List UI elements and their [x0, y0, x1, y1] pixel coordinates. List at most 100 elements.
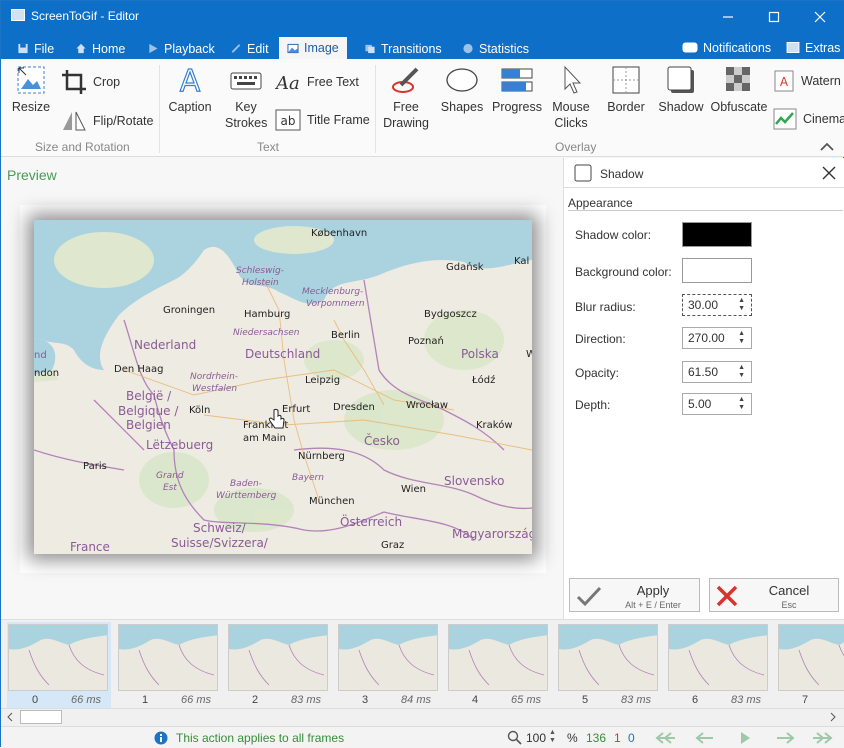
- crop-label: Crop: [93, 75, 121, 89]
- obfuscate-icon: [726, 67, 750, 91]
- frame-count: 136: [586, 731, 607, 745]
- frames-scrollbar[interactable]: [1, 708, 844, 726]
- progress-button[interactable]: Progress: [490, 65, 544, 115]
- minimize-button[interactable]: [705, 1, 751, 33]
- frame-preview-image: [338, 624, 438, 691]
- map-label: France: [70, 540, 110, 554]
- app-icon: [11, 9, 25, 21]
- cancel-button[interactable]: Cancel Esc: [709, 578, 839, 612]
- last-frame-icon[interactable]: [811, 731, 837, 745]
- map-label: Holstein: [242, 278, 279, 288]
- border-button[interactable]: Border: [603, 65, 649, 115]
- frame-thumbnail[interactable]: 4 65 ms: [447, 622, 551, 708]
- frame-number: 2: [251, 694, 259, 706]
- watermark-button[interactable]: A Watern: [773, 69, 841, 93]
- map-label: Den Haag: [114, 364, 164, 375]
- section-divider: [568, 210, 843, 211]
- tab-home[interactable]: Home: [75, 38, 125, 59]
- shadow-color-picker[interactable]: [682, 222, 752, 247]
- free-text-button[interactable]: Aa Free Text: [275, 71, 359, 93]
- mouse-clicks-label-2: Clicks: [554, 116, 588, 130]
- frame-thumbnail[interactable]: 6 83 ms: [667, 622, 771, 708]
- close-window-button[interactable]: [797, 1, 843, 33]
- notifications-button[interactable]: Notifications: [682, 37, 771, 58]
- close-panel-icon[interactable]: [821, 165, 837, 181]
- play-icon[interactable]: [738, 731, 752, 745]
- pencil-icon: [231, 44, 241, 53]
- title-frame-button[interactable]: ab Title Frame: [275, 109, 370, 131]
- tab-file[interactable]: File: [17, 38, 54, 59]
- free-drawing-button[interactable]: Free Drawing: [381, 65, 431, 131]
- frame-thumbnail[interactable]: 2 83 ms: [227, 622, 331, 708]
- cinemagraph-button[interactable]: Cinema: [773, 107, 844, 131]
- next-frame-icon[interactable]: [775, 731, 795, 745]
- maximize-button[interactable]: [751, 1, 797, 33]
- cinemagraph-label: Cinema: [803, 112, 844, 126]
- mouse-clicks-button[interactable]: Mouse Clicks: [549, 65, 593, 131]
- blur-radius-input[interactable]: 30.00 ▲ ▼: [682, 294, 752, 316]
- frame-thumbnail[interactable]: 0 66 ms: [7, 622, 111, 708]
- crop-button[interactable]: Crop: [61, 69, 120, 95]
- apply-button[interactable]: Apply Alt + E / Enter: [569, 578, 700, 612]
- depth-label: Depth:: [575, 398, 611, 412]
- zoom-value[interactable]: 100: [526, 731, 546, 745]
- zoom-spin-icon[interactable]: ▲ ▼: [549, 729, 556, 745]
- frame-number: 6: [691, 694, 699, 706]
- opacity-input[interactable]: 61.50 ▲ ▼: [682, 361, 752, 383]
- key-strokes-button[interactable]: Key Strokes: [225, 65, 267, 131]
- frame-delay: 66 ms: [71, 694, 101, 706]
- map-label: ndon: [34, 368, 60, 379]
- spin-arrows-icon[interactable]: ▲ ▼: [738, 364, 745, 380]
- collapse-ribbon-button[interactable]: [819, 141, 835, 156]
- editor-window: ScreenToGif - Editor File Home Playback …: [0, 0, 844, 748]
- resize-button[interactable]: Resize: [11, 65, 51, 115]
- extras-button[interactable]: Extras: [786, 37, 840, 58]
- spin-arrows-icon[interactable]: ▲ ▼: [738, 297, 745, 313]
- frame-preview-image: [118, 624, 218, 691]
- spin-arrows-icon[interactable]: ▲ ▼: [738, 396, 745, 412]
- map-label: Köln: [189, 405, 211, 416]
- direction-input[interactable]: 270.00 ▲ ▼: [682, 327, 752, 349]
- caption-button[interactable]: A Caption: [167, 63, 213, 115]
- first-frame-icon[interactable]: [651, 731, 677, 745]
- group-overlay-label: Overlay: [555, 140, 597, 154]
- map-label: W: [526, 349, 532, 360]
- frame-thumbnail[interactable]: 1 66 ms: [117, 622, 221, 708]
- map-label: Gdańsk: [446, 262, 484, 273]
- map-label: Wien: [401, 484, 426, 495]
- map-label: København: [311, 228, 368, 239]
- checkmark-icon: [576, 586, 602, 607]
- tab-edit-label: Edit: [247, 41, 269, 56]
- tab-edit[interactable]: Edit: [230, 38, 269, 59]
- spin-arrows-icon[interactable]: ▲ ▼: [738, 330, 745, 346]
- scrollbar-thumb[interactable]: [20, 710, 62, 724]
- tab-statistics[interactable]: Statistics: [462, 38, 529, 59]
- map-label: Leipzig: [305, 375, 341, 386]
- map-label: Graz: [381, 540, 405, 551]
- flip-rotate-button[interactable]: Flip/Rotate: [61, 108, 153, 134]
- resize-label: Resize: [11, 100, 51, 114]
- flip-rotate-label: Flip/Rotate: [93, 114, 154, 128]
- frame-thumbnail[interactable]: 7: [777, 622, 844, 708]
- frames-strip: 0 66 ms 1 66 ms 2 83 ms 3 84 ms 4 65 ms 5 83 ms 6 83 …: [1, 619, 844, 709]
- scroll-left-icon[interactable]: [5, 712, 15, 722]
- map-label: België /: [126, 389, 172, 403]
- watermark-icon: A: [774, 70, 794, 92]
- shadow-button[interactable]: Shadow: [657, 65, 705, 115]
- frame-thumbnail[interactable]: 5 83 ms: [557, 622, 661, 708]
- depth-input[interactable]: 5.00 ▲ ▼: [682, 393, 752, 415]
- frame-thumbnail[interactable]: 3 84 ms: [337, 622, 441, 708]
- shadow-color-label: Shadow color:: [575, 228, 652, 242]
- map-label: Łódź: [472, 375, 496, 386]
- obfuscate-button[interactable]: Obfuscate: [710, 65, 768, 115]
- cancel-x-icon: [716, 585, 738, 607]
- watermark-label: Watern: [801, 74, 841, 88]
- tab-image[interactable]: Image: [279, 37, 347, 59]
- previous-frame-icon[interactable]: [695, 731, 715, 745]
- tab-transitions[interactable]: Transitions: [364, 38, 442, 59]
- frame-preview-image: [228, 624, 328, 691]
- shapes-button[interactable]: Shapes: [437, 65, 487, 115]
- tab-playback[interactable]: Playback: [147, 38, 215, 59]
- scroll-right-icon[interactable]: [828, 712, 838, 722]
- background-color-picker[interactable]: [682, 258, 752, 283]
